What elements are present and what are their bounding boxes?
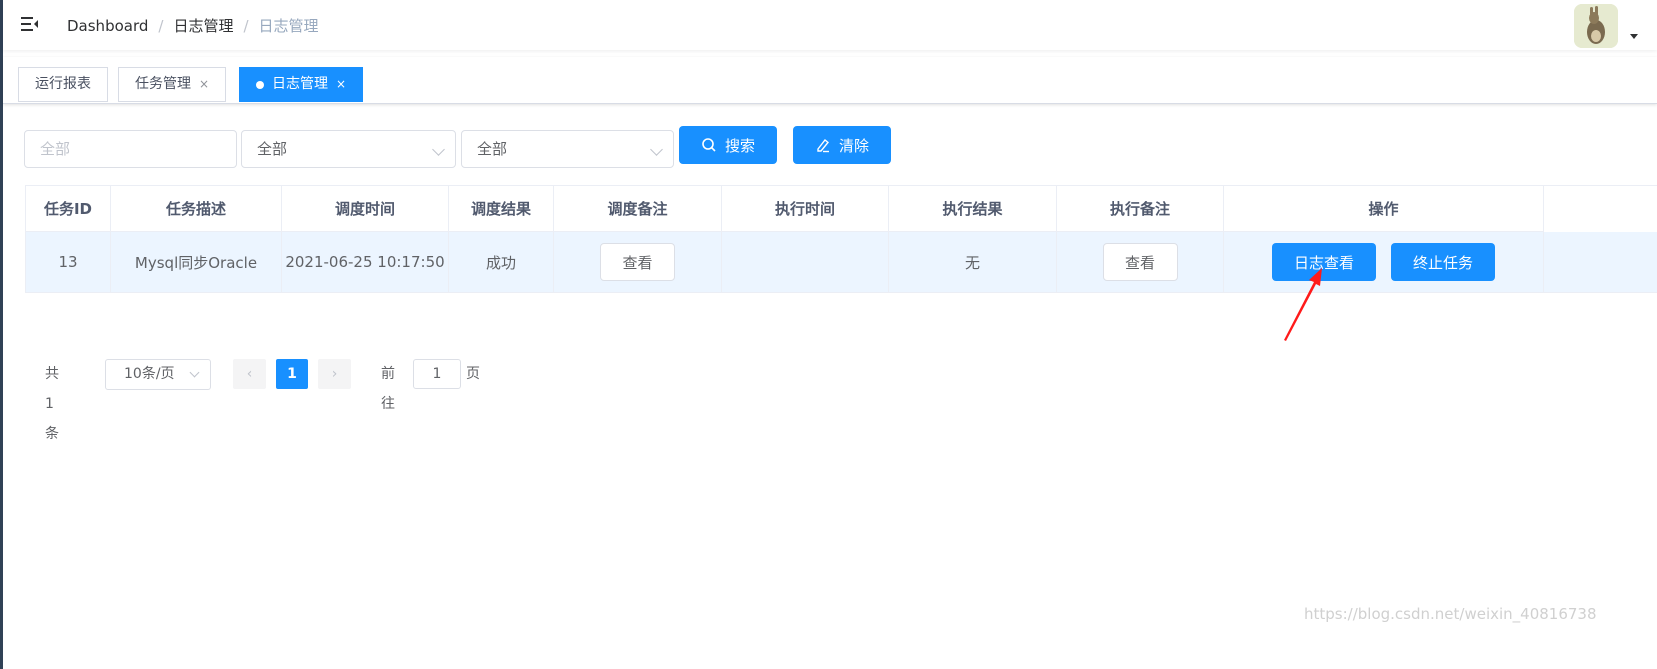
cell-trigger-time: 2021-06-25 10:17:50 xyxy=(282,232,449,292)
cell-exec-note: 查看 xyxy=(1057,232,1224,292)
goto-suffix: 页 xyxy=(466,366,480,382)
col-trigger-time: 调度时间 xyxy=(282,186,449,232)
cell-task-desc: Mysql同步Oracle xyxy=(111,232,282,292)
active-dot-icon xyxy=(256,80,264,89)
breadcrumb-log-management[interactable]: 日志管理 xyxy=(173,15,233,36)
task-filter-input[interactable]: 全部 xyxy=(24,130,237,168)
col-task-id: 任务ID xyxy=(26,186,111,232)
col-task-desc: 任务描述 xyxy=(111,186,282,232)
cell-task-id: 13 xyxy=(26,232,111,292)
page-number[interactable]: 1 xyxy=(276,359,308,389)
filter-select-2[interactable]: 全部 xyxy=(461,130,674,168)
navbar: Dashboard / 日志管理 / 日志管理 xyxy=(3,0,1657,50)
chevron-down-icon xyxy=(432,143,445,156)
page-size-value: 10条/页 xyxy=(124,366,175,382)
chevron-right-icon: › xyxy=(331,366,338,382)
tag-label: 运行报表 xyxy=(35,76,91,92)
annotation-arrow xyxy=(1284,268,1322,341)
select-value: 全部 xyxy=(257,140,288,158)
page-size-select[interactable]: 10条/页 xyxy=(105,359,211,390)
next-page-button[interactable]: › xyxy=(318,359,351,389)
tag-log-management[interactable]: 日志管理 × xyxy=(239,67,364,102)
tags-view: 运行报表 任务管理 × 日志管理 × xyxy=(3,57,1657,104)
chevron-down-icon xyxy=(189,367,200,378)
breadcrumb: Dashboard / 日志管理 / 日志管理 xyxy=(67,15,319,36)
chevron-down-icon xyxy=(650,143,663,156)
close-icon[interactable]: × xyxy=(199,68,209,101)
col-exec-result: 执行结果 xyxy=(889,186,1057,232)
avatar[interactable] xyxy=(1574,4,1618,48)
prev-page-button[interactable]: ‹ xyxy=(233,359,266,389)
caret-down-icon[interactable] xyxy=(1630,34,1638,39)
view-exec-note-button[interactable]: 查看 xyxy=(1102,243,1178,281)
edit-icon xyxy=(817,138,829,153)
breadcrumb-separator: / xyxy=(158,16,164,35)
clear-button-label: 清除 xyxy=(838,136,869,155)
search-button[interactable]: 搜索 xyxy=(679,126,777,164)
tag-label: 日志管理 xyxy=(272,76,328,92)
breadcrumb-dashboard[interactable]: Dashboard xyxy=(67,17,148,35)
cell-exec-time xyxy=(722,232,889,292)
col-exec-time: 执行时间 xyxy=(722,186,889,232)
tag-run-report[interactable]: 运行报表 xyxy=(18,67,108,102)
pagination-total: 共 1 条 xyxy=(45,366,59,442)
clear-button[interactable]: 清除 xyxy=(793,126,891,164)
chevron-left-icon: ‹ xyxy=(246,366,253,382)
cell-exec-result: 无 xyxy=(889,232,1057,292)
goto-label: 前往 xyxy=(381,366,395,412)
table-header: 任务ID 任务描述 调度时间 调度结果 调度备注 执行时间 执行结果 执行备注 … xyxy=(26,186,1657,232)
col-exec-note: 执行备注 xyxy=(1057,186,1224,232)
col-trigger-note: 调度备注 xyxy=(554,186,722,232)
goto-page-input[interactable]: 1 xyxy=(413,359,461,389)
breadcrumb-current: 日志管理 xyxy=(258,17,319,35)
search-icon xyxy=(702,138,716,152)
tag-task-management[interactable]: 任务管理 × xyxy=(118,67,227,102)
watermark: https://blog.csdn.net/weixin_40816738 xyxy=(1304,605,1597,623)
col-trigger-result: 调度结果 xyxy=(449,186,554,232)
breadcrumb-separator: / xyxy=(243,16,249,35)
view-trigger-note-button[interactable]: 查看 xyxy=(600,243,675,281)
col-actions: 操作 xyxy=(1224,186,1544,232)
hamburger-icon[interactable] xyxy=(20,14,40,34)
tag-label: 任务管理 xyxy=(135,76,191,92)
avatar-rabbit-icon xyxy=(1574,4,1618,48)
cell-trigger-result: 成功 xyxy=(449,232,554,292)
table-row[interactable]: 13 Mysql同步Oracle 2021-06-25 10:17:50 成功 … xyxy=(26,232,1657,292)
close-icon[interactable]: × xyxy=(336,68,346,101)
stop-task-button[interactable]: 终止任务 xyxy=(1391,243,1495,281)
select-value: 全部 xyxy=(477,140,508,158)
cell-trigger-note: 查看 xyxy=(554,232,722,292)
search-button-label: 搜索 xyxy=(724,136,755,155)
log-table: 任务ID 任务描述 调度时间 调度结果 调度备注 执行时间 执行结果 执行备注 … xyxy=(25,185,1657,293)
filter-select-1[interactable]: 全部 xyxy=(241,130,456,168)
cell-actions: 日志查看 终止任务 xyxy=(1224,232,1544,292)
